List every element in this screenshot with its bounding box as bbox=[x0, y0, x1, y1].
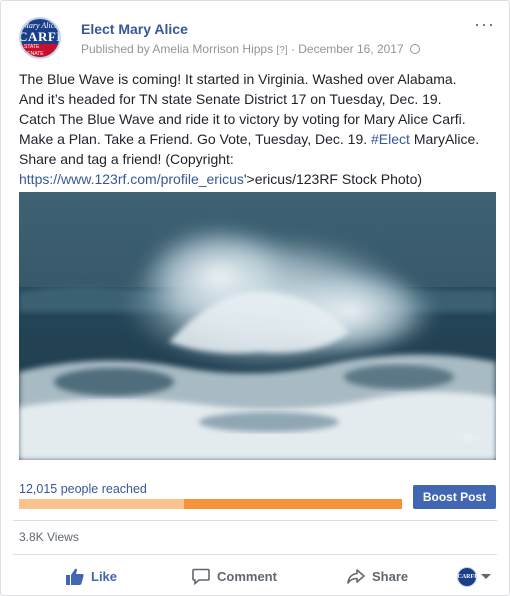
post-text-line: Catch The Blue Wave and ride it to victo… bbox=[19, 111, 466, 127]
globe-icon bbox=[410, 44, 420, 54]
post-text-line: The Blue Wave is coming! It started in V… bbox=[19, 71, 457, 87]
share-arrow-icon bbox=[347, 568, 365, 584]
post-card: Mary Alice CARFI STATE SENATE Elect Mary… bbox=[0, 0, 510, 596]
action-bar: Like Comment Share CARFI bbox=[1, 563, 510, 589]
divider bbox=[13, 554, 497, 555]
like-button[interactable]: Like bbox=[66, 563, 117, 589]
post-byline: Published by Amelia Morrison Hipps [?] ·… bbox=[81, 42, 420, 56]
byline-prefix: Published by bbox=[81, 42, 150, 56]
views-count[interactable]: 3.8K Views bbox=[19, 530, 79, 544]
share-label: Share bbox=[372, 568, 409, 584]
reach-bar-organic bbox=[19, 499, 184, 509]
help-mark[interactable]: [?] bbox=[276, 45, 287, 56]
comment-button[interactable]: Comment bbox=[192, 563, 277, 589]
post-text-line-body: Make a Plan. Take a Friend. Go Vote, Tue… bbox=[19, 131, 368, 147]
post-text-line: Share and tag a friend! (Copyright: bbox=[19, 151, 234, 167]
post-date[interactable]: December 16, 2017 bbox=[298, 42, 403, 56]
page-avatar[interactable]: Mary Alice CARFI STATE SENATE bbox=[19, 17, 61, 59]
hashtag-link[interactable]: #Elect bbox=[371, 131, 410, 147]
copyright-link[interactable]: https://www.123rf.com/profile_ericus bbox=[19, 171, 244, 187]
share-button[interactable]: Share bbox=[347, 563, 408, 589]
post-text-line: https://www.123rf.com/profile_ericus'>er… bbox=[19, 169, 501, 189]
reach-bar bbox=[19, 499, 402, 509]
people-reached-link[interactable]: 12,015 people reached bbox=[19, 482, 147, 496]
byline-separator: · bbox=[290, 42, 295, 56]
ocean-wave-image bbox=[19, 192, 496, 460]
post-text: The Blue Wave is coming! It started in V… bbox=[19, 69, 501, 189]
chevron-down-icon[interactable] bbox=[481, 574, 491, 579]
post-header: Mary Alice CARFI STATE SENATE Elect Mary… bbox=[19, 15, 495, 61]
avatar-main-text: CARFI bbox=[19, 28, 61, 44]
acting-as-avatar[interactable]: CARFI bbox=[457, 567, 477, 587]
post-text-line: Make a Plan. Take a Friend. Go Vote, Tue… bbox=[19, 129, 501, 149]
more-options-icon[interactable]: ··· bbox=[474, 15, 495, 33]
like-label: Like bbox=[91, 568, 118, 584]
divider bbox=[13, 520, 497, 521]
speaker-muted-icon[interactable]: ◼× bbox=[462, 429, 482, 446]
comment-label: Comment bbox=[217, 568, 277, 584]
comment-icon bbox=[192, 568, 210, 585]
author-name[interactable]: Amelia Morrison Hipps bbox=[152, 42, 273, 56]
boost-post-button[interactable]: Boost Post bbox=[413, 485, 496, 509]
page-name-link[interactable]: Elect Mary Alice bbox=[81, 21, 188, 37]
video-player[interactable]: ◼× bbox=[19, 192, 496, 460]
copyright-tail: '>ericus/123RF Stock Photo) bbox=[243, 171, 423, 187]
thumbs-up-icon bbox=[66, 568, 84, 585]
post-text-line: And it’s headed for TN state Senate Dist… bbox=[19, 91, 442, 107]
post-text-tail: MaryAlice. bbox=[409, 131, 480, 147]
avatar-tag-text: STATE SENATE bbox=[21, 43, 59, 57]
